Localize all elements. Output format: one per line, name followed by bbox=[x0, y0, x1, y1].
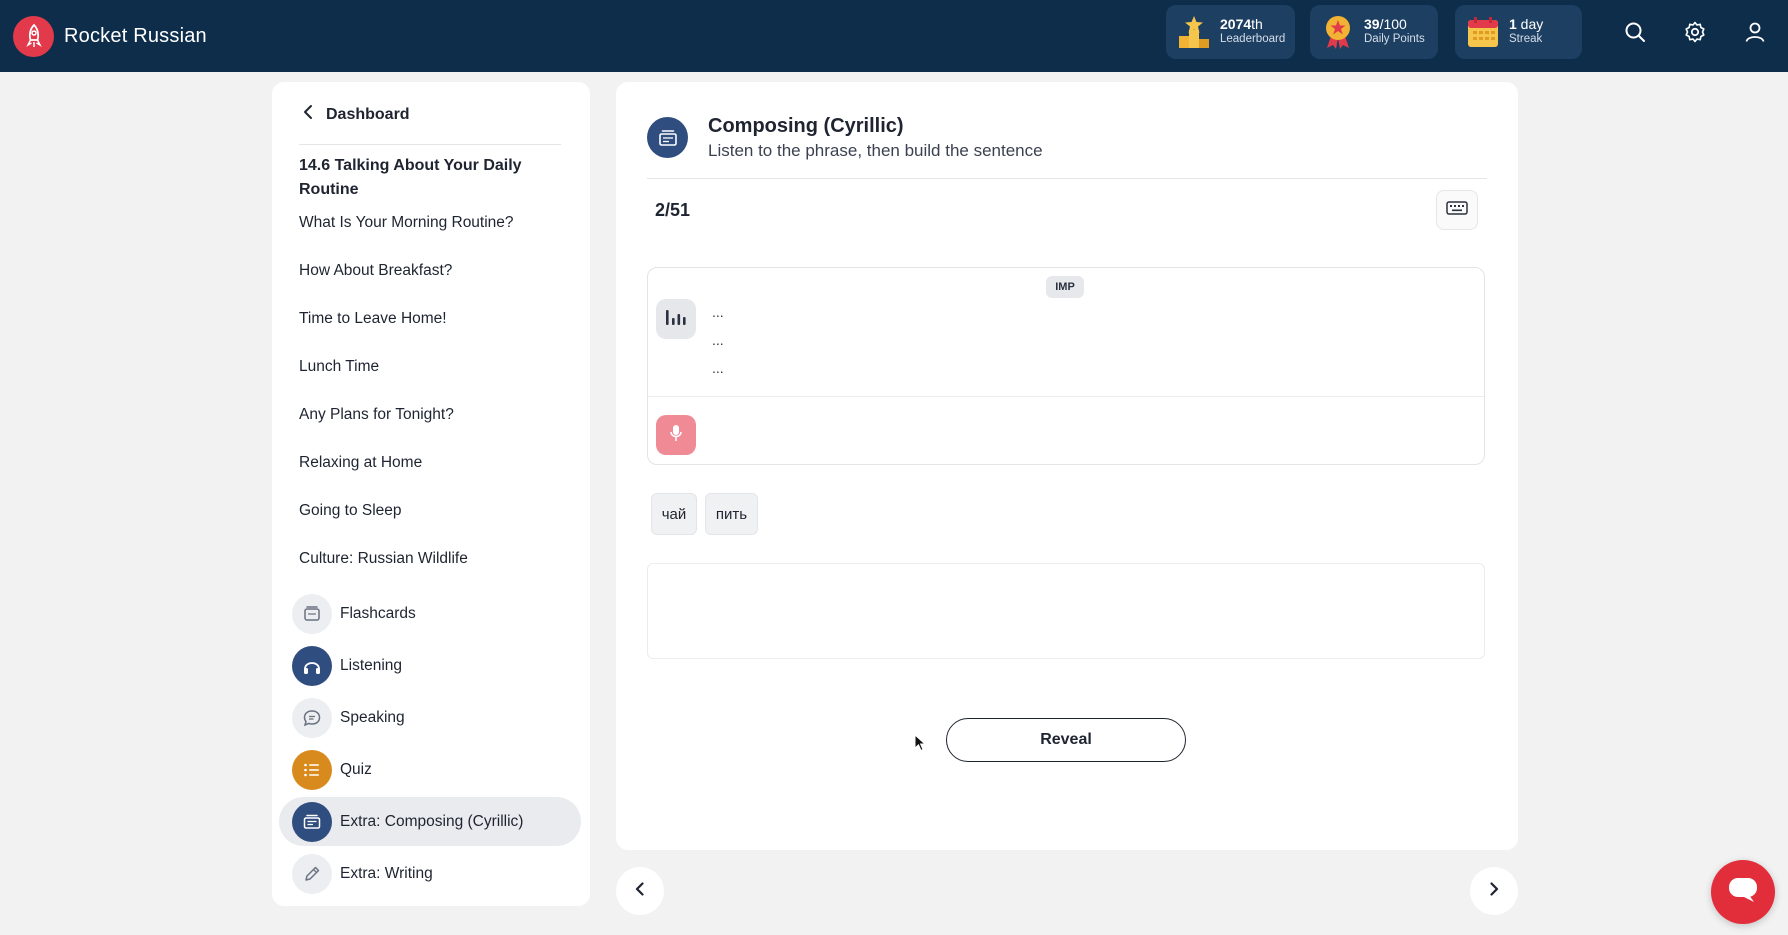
exercise-instructions: Listen to the phrase, then build the sen… bbox=[708, 141, 1043, 160]
app-name: Rocket Russian bbox=[64, 24, 207, 47]
flashcards-icon bbox=[292, 593, 332, 634]
activity-label: Extra: Composing (Cyrillic) bbox=[340, 812, 524, 830]
sidebar-activity-quiz[interactable]: Quiz bbox=[279, 745, 581, 794]
chat-support-button[interactable] bbox=[1711, 860, 1775, 924]
activity-label: Quiz bbox=[340, 760, 372, 778]
imp-badge: IMP bbox=[1046, 276, 1084, 298]
reveal-button[interactable]: Reveal bbox=[946, 718, 1186, 762]
brand[interactable]: Rocket Russian bbox=[13, 15, 207, 57]
daily-points-label: Daily Points bbox=[1364, 33, 1425, 45]
record-button[interactable] bbox=[656, 415, 696, 455]
chevron-left-icon bbox=[634, 881, 646, 902]
lesson-sidebar: Dashboard 14.6 Talking About Your Daily … bbox=[272, 82, 590, 906]
audio-waveform-icon bbox=[664, 307, 688, 332]
sidebar-activity-listening[interactable]: Listening bbox=[279, 641, 581, 690]
chevron-right-icon bbox=[1488, 881, 1500, 902]
calendar-icon bbox=[1465, 14, 1501, 50]
composing-icon bbox=[292, 801, 332, 842]
search-icon[interactable] bbox=[1621, 18, 1649, 46]
sidebar-link-lunch-time[interactable]: Lunch Time bbox=[299, 358, 379, 376]
question-progress: 2/51 bbox=[655, 200, 691, 220]
phrase-line: ... bbox=[712, 304, 724, 320]
dashboard-label: Dashboard bbox=[326, 105, 410, 123]
pencil-icon bbox=[292, 853, 332, 894]
headphones-icon bbox=[292, 645, 332, 686]
lesson-title: 14.6 Talking About Your Daily Routine bbox=[299, 157, 522, 198]
leaderboard-label: Leaderboard bbox=[1220, 33, 1286, 45]
top-navigation-bar: Rocket Russian 2074th Leaderboard 39/100… bbox=[0, 0, 1788, 72]
sidebar-link-morning-routine[interactable]: What Is Your Morning Routine? bbox=[299, 214, 514, 232]
divider bbox=[299, 144, 561, 145]
daily-points-stat[interactable]: 39/100 Daily Points bbox=[1310, 5, 1438, 59]
daily-points-value: 39 bbox=[1364, 16, 1380, 32]
divider bbox=[647, 178, 1487, 179]
word-chip[interactable]: пить bbox=[705, 493, 758, 535]
leaderboard-rank-suffix: th bbox=[1251, 16, 1263, 32]
activity-label: Extra: Writing bbox=[340, 864, 433, 882]
keyboard-toggle-button[interactable] bbox=[1436, 190, 1478, 230]
sidebar-link-relaxing-home[interactable]: Relaxing at Home bbox=[299, 454, 422, 472]
divider bbox=[648, 396, 1484, 397]
rocket-logo-icon bbox=[13, 15, 54, 57]
activity-label: Flashcards bbox=[340, 604, 416, 622]
next-button[interactable] bbox=[1470, 867, 1518, 915]
mouse-cursor-icon bbox=[914, 733, 927, 757]
streak-stat[interactable]: 1 day Streak bbox=[1455, 5, 1582, 59]
composing-icon bbox=[647, 117, 688, 158]
streak-label: Streak bbox=[1509, 33, 1543, 45]
exercise-title: Composing (Cyrillic) bbox=[708, 115, 904, 137]
activity-label: Listening bbox=[340, 656, 403, 674]
phrase-panel: IMP ... ... ... bbox=[647, 267, 1485, 465]
sidebar-link-plans-tonight[interactable]: Any Plans for Tonight? bbox=[299, 406, 454, 424]
sidebar-activity-writing[interactable]: Extra: Writing bbox=[279, 849, 581, 898]
keyboard-icon bbox=[1446, 200, 1468, 220]
exercise-card: Composing (Cyrillic) Listen to the phras… bbox=[616, 82, 1518, 850]
play-audio-button[interactable] bbox=[656, 299, 696, 339]
word-chip[interactable]: чай bbox=[651, 493, 697, 535]
leaderboard-stat[interactable]: 2074th Leaderboard bbox=[1166, 5, 1295, 59]
sidebar-link-leave-home[interactable]: Time to Leave Home! bbox=[299, 310, 447, 328]
daily-points-max: /100 bbox=[1379, 16, 1407, 32]
sidebar-activity-speaking[interactable]: Speaking bbox=[279, 693, 581, 742]
phrase-line: ... bbox=[712, 360, 724, 376]
chevron-left-icon bbox=[302, 104, 314, 125]
list-icon bbox=[292, 749, 332, 790]
sidebar-link-breakfast[interactable]: How About Breakfast? bbox=[299, 262, 452, 280]
medal-icon bbox=[1320, 14, 1356, 50]
answer-drop-area[interactable] bbox=[647, 563, 1485, 659]
streak-value: 1 bbox=[1509, 16, 1517, 32]
speech-bubble-icon bbox=[292, 697, 332, 738]
leaderboard-rank: 2074 bbox=[1220, 16, 1252, 32]
trophy-podium-icon bbox=[1176, 14, 1212, 50]
sidebar-activity-composing-cyrillic[interactable]: Extra: Composing (Cyrillic) bbox=[279, 797, 581, 846]
sidebar-link-culture-wildlife[interactable]: Culture: Russian Wildlife bbox=[299, 550, 468, 568]
microphone-icon bbox=[669, 423, 683, 448]
gear-icon[interactable] bbox=[1681, 18, 1709, 46]
sidebar-activity-flashcards[interactable]: Flashcards bbox=[279, 589, 581, 638]
phrase-line: ... bbox=[712, 332, 724, 348]
back-to-dashboard-link[interactable]: Dashboard bbox=[302, 104, 410, 125]
sidebar-link-going-sleep[interactable]: Going to Sleep bbox=[299, 502, 402, 520]
chat-bubble-icon bbox=[1727, 876, 1759, 909]
streak-unit: day bbox=[1516, 16, 1544, 32]
activity-label: Speaking bbox=[340, 708, 405, 726]
user-profile-icon[interactable] bbox=[1741, 18, 1769, 46]
previous-button[interactable] bbox=[616, 867, 664, 915]
